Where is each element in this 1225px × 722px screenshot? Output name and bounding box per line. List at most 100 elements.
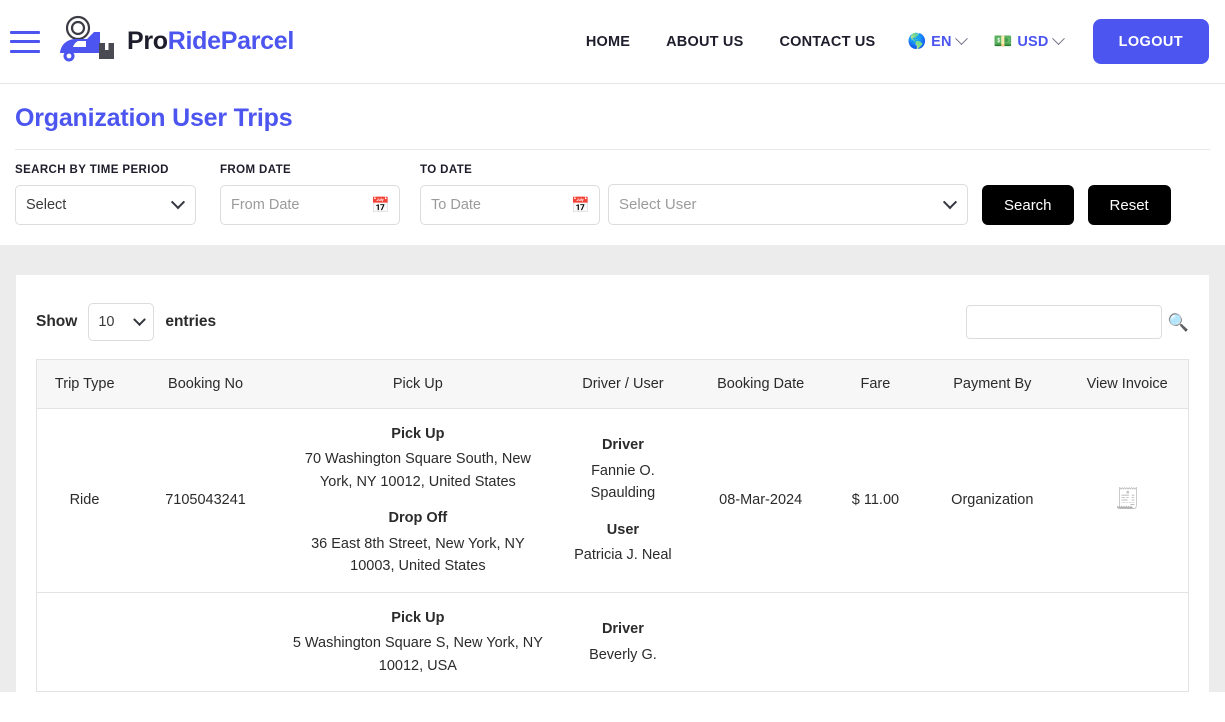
- show-entries-group: Show 10 entries: [36, 303, 216, 341]
- time-period-field: SEARCH BY TIME PERIOD Select: [15, 164, 196, 225]
- entries-label: entries: [165, 313, 216, 331]
- hamburger-bar: [10, 50, 40, 53]
- column-header-payment-by[interactable]: Payment By: [918, 360, 1066, 409]
- select-user-dropdown[interactable]: Select User: [608, 184, 968, 225]
- cell-trip-type: Ride: [37, 409, 133, 593]
- nav-link-home[interactable]: HOME: [568, 34, 648, 50]
- pickup-label: Pick Up: [287, 423, 549, 445]
- globe-icon: 🌎: [907, 34, 926, 49]
- language-selector[interactable]: 🌎 EN: [893, 34, 979, 50]
- nav-link-contact-us[interactable]: CONTACT US: [761, 34, 893, 50]
- nav-link-about-us[interactable]: ABOUT US: [648, 34, 761, 50]
- chevron-down-icon: [133, 313, 146, 326]
- cell-driver-user: Driver Beverly G.: [557, 592, 688, 691]
- spacer: [287, 493, 549, 507]
- cell-booking-no: [133, 592, 279, 691]
- time-period-value: Select: [26, 197, 66, 213]
- brand-logo[interactable]: ProRideParcel: [56, 15, 294, 69]
- table-header-row: Trip Type Booking No Pick Up Driver / Us…: [37, 360, 1189, 409]
- dropoff-label: Drop Off: [287, 507, 549, 529]
- driver-label: Driver: [566, 434, 680, 456]
- dropoff-address: 36 East 8th Street, New York, NY 10003, …: [287, 533, 549, 578]
- cell-booking-no: 7105043241: [133, 409, 279, 593]
- select-user-value: Select User: [619, 196, 697, 213]
- cell-booking-date: [689, 592, 833, 691]
- table-controls: Show 10 entries 🔍: [36, 297, 1189, 359]
- currency-selector[interactable]: 💵 USD: [980, 34, 1077, 50]
- brand-name-rideparcel: RideParcel: [168, 27, 294, 55]
- cell-payment-by: Organization: [918, 409, 1066, 593]
- nav-links-group: HOME ABOUT US CONTACT US 🌎 EN 💵 USD LOGO…: [568, 19, 1209, 64]
- calendar-icon[interactable]: 📅: [571, 198, 590, 213]
- cell-view-invoice[interactable]: [1066, 592, 1188, 691]
- page-title: Organization User Trips: [15, 104, 1210, 133]
- table-row[interactable]: Ride 7105043241 Pick Up 70 Washington Sq…: [37, 409, 1189, 593]
- cell-pickup-dropoff: Pick Up 70 Washington Square South, New …: [279, 409, 558, 593]
- column-header-pick-up[interactable]: Pick Up: [279, 360, 558, 409]
- time-period-label: SEARCH BY TIME PERIOD: [15, 164, 196, 176]
- from-date-input[interactable]: From Date 📅: [220, 185, 400, 225]
- cell-trip-type: [37, 592, 133, 691]
- user-label: User: [566, 519, 680, 541]
- filter-bar: SEARCH BY TIME PERIOD Select FROM DATE F…: [0, 150, 1225, 245]
- to-date-field: TO DATE To Date 📅: [420, 164, 600, 225]
- content-area: Show 10 entries 🔍 Trip Type Bookin: [0, 275, 1225, 692]
- hamburger-menu-icon[interactable]: [10, 31, 40, 53]
- pickup-address: 5 Washington Square S, New York, NY 1001…: [287, 632, 549, 677]
- section-divider-band: [0, 245, 1225, 275]
- reset-button[interactable]: Reset: [1088, 185, 1171, 225]
- column-header-view-invoice[interactable]: View Invoice: [1066, 360, 1188, 409]
- column-header-driver-user[interactable]: Driver / User: [557, 360, 688, 409]
- table-row[interactable]: Pick Up 5 Washington Square S, New York,…: [37, 592, 1189, 691]
- prorideparcel-logo-icon: [56, 15, 118, 69]
- driver-label: Driver: [566, 618, 680, 640]
- to-date-input[interactable]: To Date 📅: [420, 185, 600, 225]
- hamburger-bar: [10, 31, 40, 34]
- table-search-group: 🔍: [966, 305, 1189, 339]
- chevron-down-icon: [943, 195, 957, 209]
- show-label: Show: [36, 313, 77, 331]
- cell-payment-by: [918, 592, 1066, 691]
- column-header-fare[interactable]: Fare: [833, 360, 919, 409]
- search-button[interactable]: Search: [982, 185, 1074, 225]
- calendar-icon[interactable]: 📅: [371, 198, 390, 213]
- chevron-down-icon: [955, 32, 968, 45]
- table-header: Trip Type Booking No Pick Up Driver / Us…: [37, 360, 1189, 409]
- logout-button[interactable]: LOGOUT: [1093, 19, 1209, 64]
- time-period-select[interactable]: Select: [15, 185, 196, 225]
- table-search-input[interactable]: [966, 305, 1162, 339]
- trips-table: Trip Type Booking No Pick Up Driver / Us…: [36, 359, 1189, 692]
- column-header-trip-type[interactable]: Trip Type: [37, 360, 133, 409]
- cell-fare: [833, 592, 919, 691]
- user-name: Patricia J. Neal: [566, 544, 680, 566]
- cell-fare: $ 11.00: [833, 409, 919, 593]
- table-body: Ride 7105043241 Pick Up 70 Washington Sq…: [37, 409, 1189, 692]
- from-date-placeholder: From Date: [231, 197, 300, 213]
- pickup-address: 70 Washington Square South, New York, NY…: [287, 448, 549, 493]
- to-date-label: TO DATE: [420, 164, 600, 176]
- page-length-select[interactable]: 10: [88, 303, 154, 341]
- column-header-booking-date[interactable]: Booking Date: [689, 360, 833, 409]
- driver-name: Beverly G.: [566, 644, 680, 666]
- page-length-value: 10: [98, 314, 114, 330]
- user-select-field: Select User: [608, 184, 968, 225]
- column-header-booking-no[interactable]: Booking No: [133, 360, 279, 409]
- currency-code: USD: [1017, 34, 1048, 50]
- chevron-down-icon: [1052, 32, 1065, 45]
- driver-name: Fannie O. Spaulding: [566, 460, 680, 505]
- search-icon[interactable]: 🔍: [1168, 314, 1189, 331]
- page-title-section: Organization User Trips: [0, 84, 1225, 150]
- brand-name-pro: Pro: [127, 27, 168, 55]
- invoice-icon[interactable]: 🧾: [1115, 489, 1140, 509]
- chevron-down-icon: [171, 195, 185, 209]
- trips-card: Show 10 entries 🔍 Trip Type Bookin: [16, 275, 1209, 692]
- cell-booking-date: 08-Mar-2024: [689, 409, 833, 593]
- pickup-label: Pick Up: [287, 607, 549, 629]
- money-icon: 💵: [994, 34, 1013, 49]
- cell-view-invoice[interactable]: 🧾: [1066, 409, 1188, 593]
- from-date-field: FROM DATE From Date 📅: [220, 164, 400, 225]
- cell-pickup-dropoff: Pick Up 5 Washington Square S, New York,…: [279, 592, 558, 691]
- spacer: [566, 505, 680, 519]
- to-date-placeholder: To Date: [431, 197, 481, 213]
- cell-driver-user: Driver Fannie O. Spaulding User Patricia…: [557, 409, 688, 593]
